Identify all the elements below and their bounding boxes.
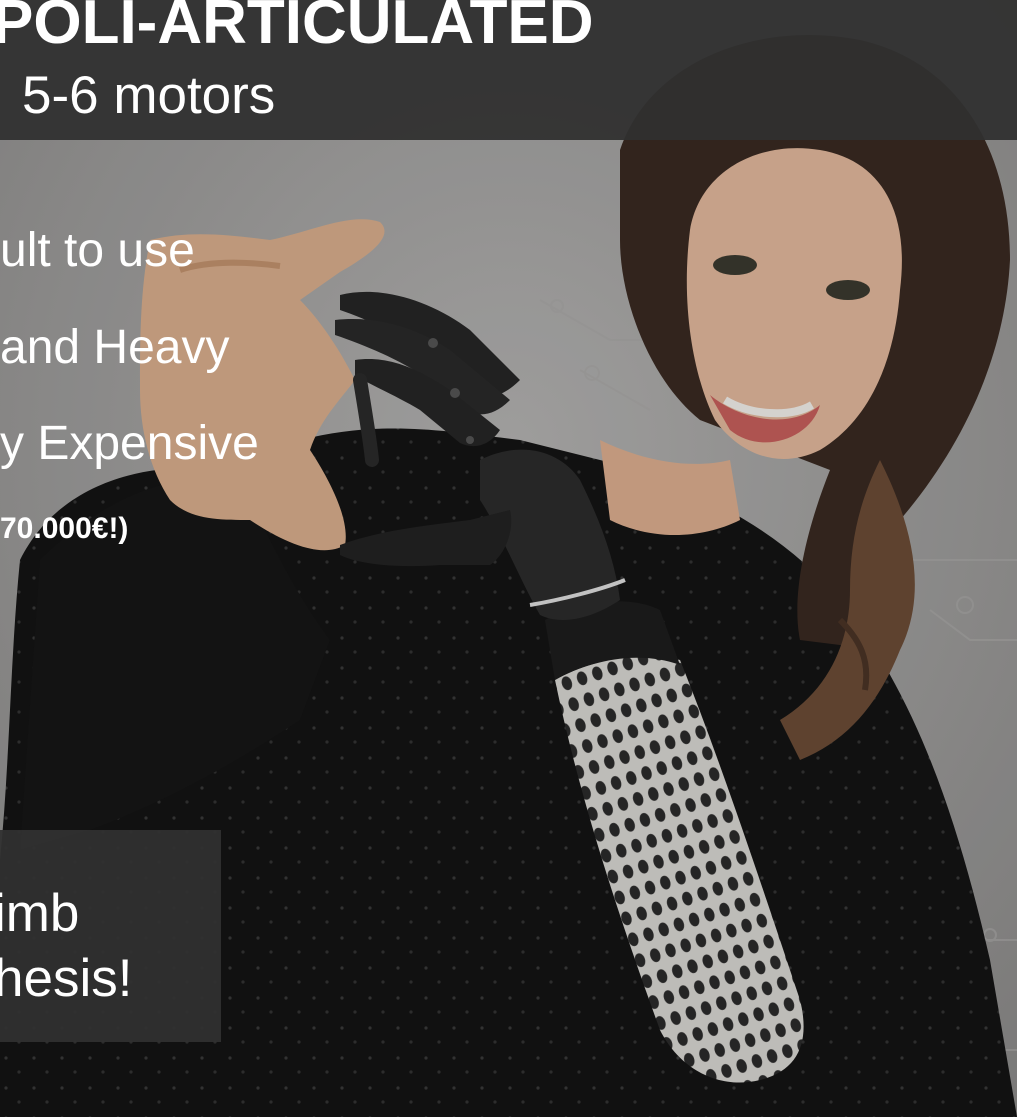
slide-subtitle: 5-6 motors [22, 66, 276, 125]
callout-text: imb hesis! [0, 882, 132, 1011]
bullet-1: ult to use [0, 224, 195, 277]
bullet-3: y Expensive [0, 417, 259, 470]
callout-line-2: hesis! [0, 948, 133, 1008]
slide: POLI-ARTICULATED 5-6 motors ult to use a… [0, 0, 1017, 1117]
slide-title: POLI-ARTICULATED [0, 0, 594, 57]
bullet-price: 70.000€!) [0, 512, 129, 545]
bullet-2: and Heavy [0, 321, 230, 374]
header-band: POLI-ARTICULATED 5-6 motors [0, 0, 1017, 140]
callout-box: imb hesis! [0, 830, 221, 1042]
callout-line-1: imb [0, 884, 80, 943]
